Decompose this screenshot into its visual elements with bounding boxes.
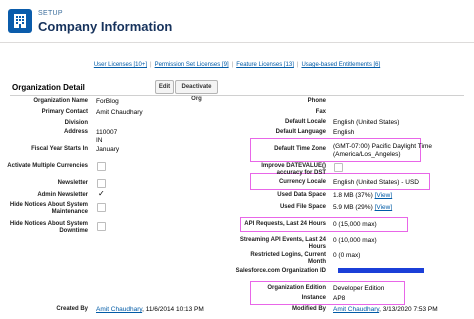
header-divider bbox=[0, 42, 474, 43]
related-links: User Licenses [10+] | Permission Set Licen… bbox=[0, 62, 474, 72]
time-zone-label: Default Time Zone bbox=[274, 146, 326, 152]
org-edition-label: Organization Edition bbox=[267, 285, 326, 291]
address-line1: 110007 bbox=[96, 129, 118, 136]
link-separator: | bbox=[150, 62, 152, 68]
default-language-label: Default Language bbox=[275, 129, 326, 135]
modified-by-date: , 3/13/2020 7:53 PM bbox=[379, 306, 438, 313]
admin-newsletter-label: Admin Newsletter bbox=[37, 192, 88, 198]
hide-downtime-checkbox bbox=[97, 222, 106, 231]
time-zone-line1: (GMT-07:00) Pacific Daylight Time bbox=[333, 143, 432, 150]
view-data-space-link[interactable]: [View] bbox=[375, 192, 393, 199]
streaming-api-label: Streaming API Events, Last 24 Hours bbox=[239, 237, 326, 250]
phone-label: Phone bbox=[307, 98, 326, 104]
org-name-value: ForBlog bbox=[96, 98, 119, 105]
org-id-label: Salesforce.com Organization ID bbox=[235, 268, 326, 274]
primary-contact-value: Amit Chaudhary bbox=[96, 109, 143, 116]
hide-downtime-label: Hide Notices About System Downtime bbox=[9, 221, 88, 234]
restricted-logins-label: Restricted Logins, Current Month bbox=[250, 252, 326, 265]
modified-by-label: Modified By bbox=[292, 306, 326, 312]
newsletter-label: Newsletter bbox=[57, 180, 88, 186]
building-icon bbox=[8, 9, 32, 33]
org-name-label: Organization Name bbox=[33, 98, 88, 104]
restricted-logins-value: 0 (0 max) bbox=[333, 252, 361, 259]
page-title: Company Information bbox=[38, 19, 173, 34]
multi-currency-label: Activate Multiple Currencies bbox=[7, 163, 88, 169]
default-language-value: English bbox=[333, 129, 355, 136]
address-line2: IN bbox=[96, 137, 103, 144]
section-title: Organization Detail bbox=[12, 83, 85, 92]
permission-set-licenses-link[interactable]: Permission Set Licenses [9] bbox=[155, 62, 229, 68]
created-by-label: Created By bbox=[56, 306, 88, 312]
used-data-space-label: Used Data Space bbox=[277, 192, 326, 198]
used-file-space-amount: 5.9 MB (29%) bbox=[333, 204, 373, 211]
primary-contact-label: Primary Contact bbox=[41, 109, 88, 115]
user-licenses-link[interactable]: User Licenses [10+] bbox=[94, 62, 147, 68]
view-file-space-link[interactable]: [View] bbox=[375, 204, 393, 211]
fiscal-year-value: January bbox=[96, 146, 120, 153]
admin-newsletter-check-icon: ✓ bbox=[98, 189, 105, 198]
streaming-api-value: 0 (10,000 max) bbox=[333, 237, 377, 244]
created-by-user-link[interactable]: Amit Chaudhary bbox=[96, 306, 142, 313]
used-data-space-value: 1.8 MB (37%) [View] bbox=[333, 192, 392, 200]
section-divider bbox=[10, 95, 464, 96]
usage-entitlements-link[interactable]: Usage-based Entitlements [6] bbox=[301, 62, 380, 68]
time-zone-line2: (America/Los_Angeles) bbox=[333, 151, 401, 158]
address-label: Address bbox=[63, 129, 88, 135]
hide-maintenance-checkbox bbox=[97, 203, 106, 212]
instance-label: Instance bbox=[301, 295, 326, 301]
default-locale-value: English (United States) bbox=[333, 119, 400, 126]
created-by-date: , 11/6/2014 10:13 PM bbox=[142, 306, 204, 313]
fiscal-year-label: Fiscal Year Starts In bbox=[31, 146, 88, 152]
currency-locale-label: Currency Locale bbox=[278, 179, 326, 185]
newsletter-checkbox bbox=[97, 179, 106, 188]
api-requests-value: 0 (15,000 max) bbox=[333, 221, 377, 228]
used-data-space-amount: 1.8 MB (37%) bbox=[333, 192, 373, 199]
api-requests-label: API Requests, Last 24 Hours bbox=[244, 221, 326, 227]
feature-licenses-link[interactable]: Feature Licenses [13] bbox=[236, 62, 294, 68]
org-edition-value: Developer Edition bbox=[333, 285, 385, 292]
hide-maintenance-label: Hide Notices About System Maintenance bbox=[9, 202, 88, 215]
division-label: Division bbox=[64, 120, 88, 126]
created-by-value: Amit Chaudhary, 11/6/2014 10:13 PM bbox=[96, 306, 204, 314]
edit-button[interactable]: Edit bbox=[155, 80, 174, 94]
currency-locale-value: English (United States) - USD bbox=[333, 179, 419, 186]
org-id-redaction bbox=[338, 268, 424, 273]
modified-by-user-link[interactable]: Amit Chaudhary bbox=[333, 306, 379, 313]
improve-datevalue-label: Improve DATEVALUE() accuracy for DST bbox=[261, 163, 326, 176]
breadcrumb: SETUP bbox=[38, 10, 63, 17]
page-header: SETUP Company Information bbox=[0, 0, 474, 42]
default-locale-label: Default Locale bbox=[284, 119, 326, 125]
used-file-space-value: 5.9 MB (29%) [View] bbox=[333, 204, 392, 212]
modified-by-value: Amit Chaudhary, 3/13/2020 7:53 PM bbox=[333, 306, 438, 314]
multi-currency-checkbox bbox=[97, 162, 106, 171]
improve-datevalue-checkbox bbox=[334, 163, 343, 172]
used-file-space-label: Used File Space bbox=[279, 204, 326, 210]
instance-value: AP8 bbox=[333, 295, 346, 302]
deactivate-org-button[interactable]: Deactivate Org bbox=[175, 80, 218, 102]
fax-label: Fax bbox=[315, 109, 326, 115]
